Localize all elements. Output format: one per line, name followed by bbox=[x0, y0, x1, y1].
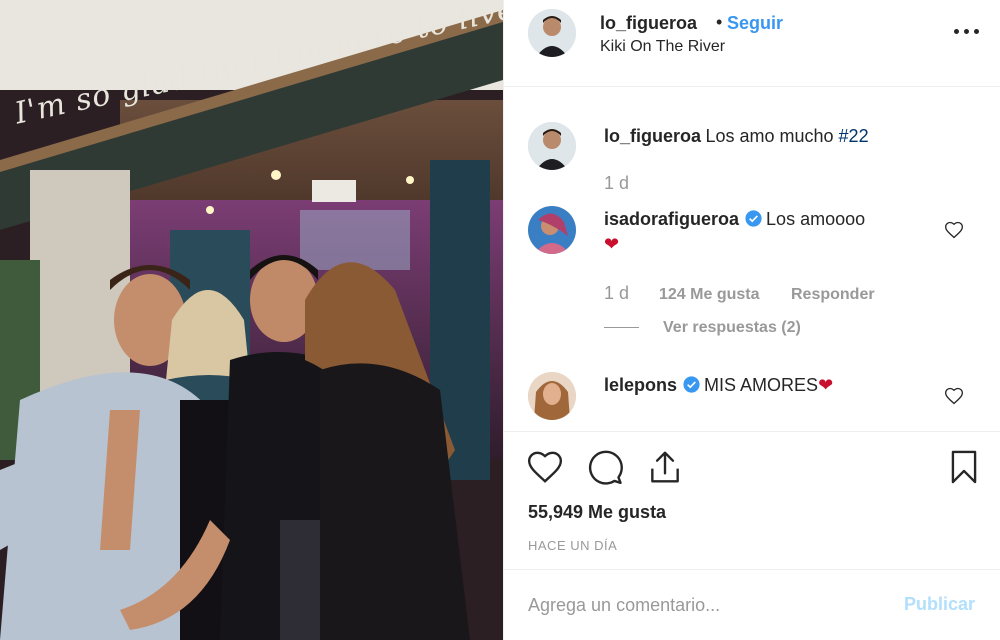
comment-text: Los amoooo bbox=[766, 209, 866, 229]
more-options-icon[interactable] bbox=[954, 24, 980, 38]
comment-hashtag[interactable]: #22 bbox=[839, 126, 869, 146]
comment-avatar[interactable] bbox=[528, 206, 576, 254]
reply-label: Responder bbox=[791, 286, 875, 303]
comment-likes[interactable]: 124 Me gusta bbox=[659, 286, 759, 304]
author-avatar[interactable] bbox=[528, 9, 576, 57]
comment-avatar[interactable] bbox=[528, 122, 576, 170]
post-detail-panel: lo_figueroa • Seguir Kiki On The River l… bbox=[503, 0, 1000, 640]
avatar-image bbox=[528, 206, 576, 254]
avatar-image bbox=[528, 122, 576, 170]
reply-button[interactable]: Responder bbox=[791, 286, 875, 304]
comment-username[interactable]: isadorafigueroa bbox=[604, 209, 739, 229]
header-separator: • bbox=[716, 12, 723, 32]
post-location[interactable]: Kiki On The River bbox=[600, 38, 725, 56]
likes-count[interactable]: 55,949 Me gusta bbox=[528, 502, 666, 523]
post-header: lo_figueroa • Seguir Kiki On The River bbox=[504, 0, 1000, 87]
view-replies-button[interactable]: Ver respuestas (2) bbox=[663, 319, 801, 337]
comment-body: isadorafigueroa Los amoooo bbox=[604, 209, 865, 230]
verified-badge-icon bbox=[683, 376, 700, 393]
heart-emoji: ❤ bbox=[818, 375, 834, 395]
comment-time[interactable]: 1 d bbox=[604, 283, 629, 304]
heart-emoji: ❤ bbox=[604, 234, 620, 254]
view-replies-label: Ver respuestas (2) bbox=[663, 319, 801, 336]
post-photo[interactable]: I'm so glad that I'm here to live! bbox=[0, 0, 503, 640]
comment-text: MIS AMORES bbox=[704, 375, 819, 395]
comment-body: lelepons MIS AMORES❤ bbox=[604, 375, 833, 396]
post-actions: 55,949 Me gusta Hace un día Publicar bbox=[504, 431, 1000, 639]
like-comment-heart-icon[interactable] bbox=[944, 386, 964, 406]
avatar-image bbox=[528, 372, 576, 420]
post-timestamp[interactable]: Hace un día bbox=[528, 538, 617, 553]
heart-icon[interactable] bbox=[526, 448, 564, 486]
author-username[interactable]: lo_figueroa bbox=[600, 13, 697, 34]
comment-time[interactable]: 1 d bbox=[604, 173, 629, 194]
comment-username[interactable]: lo_figueroa bbox=[604, 126, 701, 146]
comment-icon[interactable] bbox=[586, 448, 624, 486]
avatar-image bbox=[528, 9, 576, 57]
verified-badge-icon bbox=[745, 210, 762, 227]
comment-text: Los amo mucho bbox=[705, 126, 839, 146]
comments-list: lo_figueroa Los amo mucho #22 1 d isador… bbox=[504, 88, 1000, 430]
add-comment-section: Publicar bbox=[504, 569, 1000, 640]
publish-button[interactable]: Publicar bbox=[904, 594, 975, 615]
comment-likes-label: 124 Me gusta bbox=[659, 286, 760, 303]
comment-body: lo_figueroa Los amo mucho #22 bbox=[604, 126, 869, 147]
follow-button[interactable]: Seguir bbox=[727, 13, 783, 34]
like-comment-heart-icon[interactable] bbox=[944, 220, 964, 240]
share-icon[interactable] bbox=[646, 448, 684, 486]
bookmark-icon[interactable] bbox=[945, 448, 983, 486]
replies-divider bbox=[604, 327, 639, 328]
comment-username[interactable]: lelepons bbox=[604, 375, 677, 395]
comment-avatar[interactable] bbox=[528, 372, 576, 420]
comment-input[interactable] bbox=[528, 590, 888, 620]
